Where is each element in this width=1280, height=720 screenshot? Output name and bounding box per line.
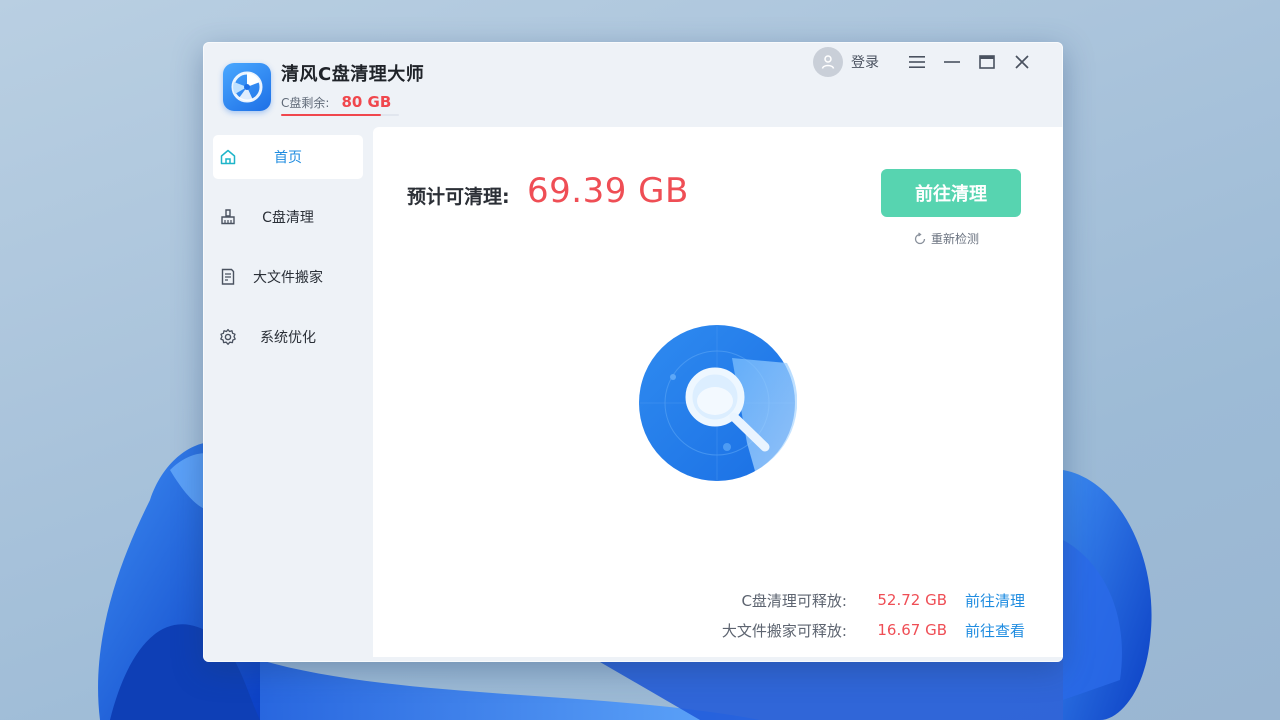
login-link[interactable]: 登录 [851,52,879,72]
sidebar-item-large-files[interactable]: 大文件搬家 [213,255,363,299]
scan-magnifier-icon [639,325,797,481]
recheck-button[interactable]: 重新检测 [913,230,979,247]
maximize-icon [978,55,995,69]
home-icon [220,149,236,165]
recheck-label: 重新检测 [931,232,980,246]
go-view-link[interactable]: 前往查看 [965,620,1025,641]
release-value: 52.72 GB [877,591,947,609]
minimize-button[interactable] [934,47,969,77]
release-label: C盘清理可释放: [741,591,847,610]
go-clean-link[interactable]: 前往清理 [965,590,1025,611]
disk-remaining: C盘剩余: 80 GB [281,93,391,111]
app-logo-icon [223,63,271,111]
disk-usage-fill [281,114,382,116]
titlebar-controls: 登录 [813,47,1039,77]
maximize-button[interactable] [969,47,1004,77]
go-clean-button[interactable]: 前往清理 [881,169,1021,217]
avatar[interactable] [813,47,843,77]
estimate-label: 预计可清理: [407,186,510,208]
release-row-large-files: 大文件搬家可释放: 16.67 GB 前往查看 [722,615,1025,645]
sidebar-item-optimize[interactable]: 系统优化 [213,315,363,359]
release-summary: C盘清理可释放: 52.72 GB 前往清理 大文件搬家可释放: 16.67 G… [722,585,1025,645]
broom-icon [221,209,235,225]
app-window: 清风C盘清理大师 C盘剩余: 80 GB 登录 首页 C盘清理 大文件搬家 系统… [203,42,1063,662]
main-panel: 预计可清理: 69.39 GB 前往清理 重新检测 C盘清理可释放: 52.72… [373,127,1063,657]
release-label: 大文件搬家可释放: [721,621,847,640]
document-icon [221,268,235,285]
user-icon [821,55,835,69]
minimize-icon [943,61,960,63]
sidebar: 首页 C盘清理 大文件搬家 系统优化 [213,135,363,375]
close-button[interactable] [1004,47,1039,77]
sidebar-item-home[interactable]: 首页 [213,135,363,179]
menu-button[interactable] [899,47,934,77]
close-icon [1014,55,1029,69]
sidebar-item-c-clean[interactable]: C盘清理 [213,195,363,239]
disk-usage-bar [281,114,399,116]
app-title: 清风C盘清理大师 [281,64,425,85]
release-value: 16.67 GB [877,621,947,639]
release-row-c-clean: C盘清理可释放: 52.72 GB 前往清理 [722,585,1025,615]
disk-remaining-value: 80 GB [341,93,392,111]
disk-remaining-label: C盘剩余: [281,96,330,110]
estimate-value: 69.39 GB [527,171,689,211]
refresh-icon [914,231,926,244]
menu-icon [908,56,925,68]
gear-icon [220,328,236,345]
